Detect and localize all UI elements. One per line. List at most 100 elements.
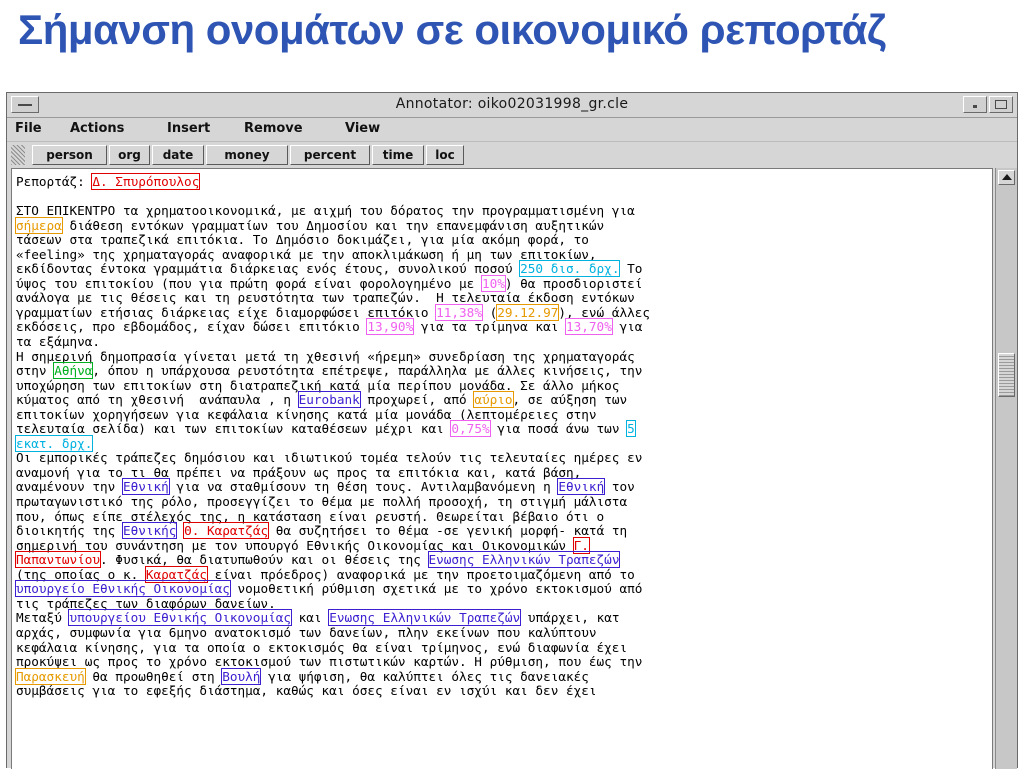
document-text: εκδίδοντας έντοκα γραμμάτια διάρκειας εν… bbox=[16, 261, 521, 277]
document-text: προκύψει ως προς το χρόνο εκτοκισμού των… bbox=[16, 654, 643, 670]
document-text: (της οποίας ο κ. bbox=[16, 566, 146, 582]
document-text: εκδόσεις, προ εβδομάδος, είχαν δώσει επι… bbox=[16, 319, 368, 335]
tag-time-button[interactable]: time bbox=[372, 145, 424, 165]
document-text: και bbox=[291, 610, 330, 626]
maximize-button[interactable] bbox=[989, 96, 1013, 113]
document-text: κύματος από τη χθεσινή ανάπαυλα , η bbox=[16, 392, 299, 408]
document-text: για να σταθμίσουν τη θέση τους. Αντιλαμβ… bbox=[168, 479, 559, 495]
document-text: για τα τρίμηνα και bbox=[413, 319, 566, 335]
tag-money-button[interactable]: money bbox=[206, 145, 288, 165]
entity-org[interactable]: υπουργείο Εθνικής Οικονομίας bbox=[15, 580, 231, 598]
entity-money[interactable]: 250 δισ. δρχ. bbox=[519, 260, 621, 278]
document-line: που, όπως είπε στέλεχός της, η κατάσταση… bbox=[16, 509, 986, 525]
entity-org[interactable]: Εθνικής bbox=[121, 522, 178, 540]
document-line: κύματος από τη χθεσινή ανάπαυλα , η Euro… bbox=[16, 391, 986, 409]
tag-date-button[interactable]: date bbox=[152, 145, 204, 165]
document-text bbox=[176, 523, 184, 538]
entity-person[interactable]: Παπαντωνίου bbox=[14, 551, 102, 569]
menu-file[interactable]: File bbox=[15, 121, 42, 136]
document-line: εκδίδοντας έντοκα γραμμάτια διάρκειας εν… bbox=[16, 260, 986, 278]
document-text: νομοθετική ρύθμιση σχετικά με το χρόνο ε… bbox=[229, 581, 643, 597]
document-line: αρχάς, συμφωνία για 6μηνο ανατοκισμό των… bbox=[16, 624, 986, 641]
entity-date[interactable]: σήμερα bbox=[15, 216, 63, 234]
entity-date[interactable]: 29.12.97 bbox=[496, 303, 560, 321]
document-text: ΣΤΟ ΕΠΙΚΕΝΤΡΟ τα χρηματοοικονομικά, με α… bbox=[16, 203, 635, 219]
arrow-up-icon bbox=[1002, 174, 1012, 180]
vertical-scrollbar[interactable] bbox=[995, 168, 1017, 769]
document-text: τάσεων στα τραπεζικά επιτόκια. Το Δημόσι… bbox=[16, 232, 589, 248]
document-line: κεφάλαια κίνησης, για τα οποία ο εκτοκισ… bbox=[16, 639, 986, 656]
document-line: ΣΤΟ ΕΠΙΚΕΝΤΡΟ τα χρηματοοικονομικά, με α… bbox=[16, 203, 986, 219]
entity-org[interactable]: Ενωσης Ελληνικών Τραπεζών bbox=[427, 551, 621, 569]
entity-loc[interactable]: Αθήνα bbox=[53, 362, 94, 380]
document-text: γραμματίων ετήσιας διάρκειας είχε διαμορ… bbox=[16, 304, 437, 320]
document-text: είναι πρόεδρος) αναφορικά με την προετοι… bbox=[206, 566, 635, 582]
document-line: τα εξάμηνα. bbox=[16, 334, 986, 350]
tag-org-button[interactable]: org bbox=[109, 145, 150, 165]
maximize-icon bbox=[995, 100, 1007, 109]
slide-title: Σήμανση ονομάτων σε οικονομικό ρεπορτάζ bbox=[18, 6, 886, 53]
window-titlebar[interactable]: Annotator: oiko02031998_gr.cle bbox=[7, 93, 1017, 118]
document-line: υπουργείο Εθνικής Οικονομίας νομοθετική … bbox=[15, 580, 986, 598]
scroll-up-button[interactable] bbox=[998, 170, 1015, 185]
entity-org[interactable]: Eurobank bbox=[297, 391, 361, 409]
entity-date[interactable]: Παρασκευή bbox=[15, 667, 86, 685]
document-text: επιτοκίων χορηγήσεων για κεφάλαια κίνηση… bbox=[16, 406, 597, 422]
entity-percent[interactable]: 11,38% bbox=[435, 303, 483, 321]
document-text: υποχώρηση των επιτοκίων στη διατραπεζική… bbox=[16, 377, 620, 393]
entity-percent[interactable]: 13,90% bbox=[366, 318, 415, 336]
document-text: Το bbox=[619, 261, 643, 277]
document-text: Οι εμπορικές τράπεζες δημόσιου και ιδιωτ… bbox=[16, 450, 643, 466]
toolbar-grip-handle[interactable] bbox=[11, 145, 25, 165]
menu-insert[interactable]: Insert bbox=[167, 121, 210, 136]
document-text: θα συζητήσει το θέμα -σε γενική μορφή- κ… bbox=[268, 523, 628, 539]
annotated-document[interactable]: Ρεπορτάζ: Δ. Σπυρόπουλος ΣΤΟ ΕΠΙΚΕΝΤΡΟ τα… bbox=[14, 173, 986, 699]
tag-percent-button[interactable]: percent bbox=[290, 145, 370, 165]
menu-view[interactable]: View bbox=[345, 121, 380, 136]
entity-percent[interactable]: 13,70% bbox=[565, 318, 613, 336]
document-text: για ποσά άνω των bbox=[489, 421, 628, 437]
document-line: πρωταγωνιστικό της ρόλο, προσεγγίζει το … bbox=[16, 494, 986, 510]
entity-org[interactable]: Ενωσης Ελληνικών Τραπεζών bbox=[328, 609, 522, 627]
scrollbar-thumb[interactable] bbox=[998, 353, 1015, 397]
tag-person-button[interactable]: person bbox=[32, 145, 107, 165]
document-text: τις τράπεζες των διαφόρων δανείων. bbox=[16, 595, 276, 611]
document-text: Η σημερινή δημοπρασία γίνεται μετά τη χθ… bbox=[16, 348, 635, 364]
document-text: «feeling» της χρηματαγοράς αναφορικά με … bbox=[16, 246, 597, 262]
entity-person[interactable]: Γ. bbox=[572, 536, 590, 554]
document-text: ), ενώ άλλες bbox=[558, 304, 651, 320]
document-text: υπάρχει, κατ bbox=[520, 610, 620, 626]
document-text: τα εξάμηνα. bbox=[16, 334, 101, 350]
entity-person[interactable]: Καρατζάς bbox=[144, 565, 208, 583]
document-line: συμβάσεις για το εφεξής διάστημα, καθώς … bbox=[16, 683, 986, 699]
entity-money[interactable]: εκατ. δρχ. bbox=[14, 434, 94, 452]
entity-percent[interactable]: 0,75% bbox=[450, 420, 491, 438]
entity-person[interactable]: Δ. Σπυρόπουλος bbox=[91, 173, 201, 190]
document-text: σημερινή του συνάντηση με τον υπουργό Εθ… bbox=[16, 537, 574, 553]
minimize-button[interactable] bbox=[963, 96, 987, 113]
menu-remove[interactable]: Remove bbox=[244, 121, 303, 136]
document-line: εκατ. δρχ. bbox=[14, 434, 986, 452]
entity-person[interactable]: Θ. Καρατζάς bbox=[183, 522, 270, 540]
document-text: για ψήφιση, θα καλύπτει όλες τις δανειακ… bbox=[260, 668, 589, 684]
entity-date[interactable]: αύριο bbox=[473, 391, 514, 409]
entity-org[interactable]: Βουλή bbox=[221, 667, 262, 685]
entity-org[interactable]: υπουργείου Εθνικής Οικονομίας bbox=[68, 609, 293, 627]
entity-percent[interactable]: 10% bbox=[480, 274, 506, 292]
document-text: αρχάς, συμφωνία για 6μηνο ανατοκισμό των… bbox=[16, 624, 597, 640]
entity-toolbar: person org date money percent time loc bbox=[7, 141, 1017, 168]
document-text-area[interactable]: Ρεπορτάζ: Δ. Σπυρόπουλος ΣΤΟ ΕΠΙΚΕΝΤΡΟ τα… bbox=[11, 168, 993, 769]
document-text: Ρεπορτάζ: bbox=[16, 174, 93, 189]
entity-money[interactable]: 5 bbox=[626, 420, 636, 438]
document-text: θα προωθηθεί στη bbox=[84, 668, 223, 684]
document-text: προχωρεί, από bbox=[359, 392, 475, 408]
document-line: αναμένουν την Εθνική για να σταθμίσουν τ… bbox=[16, 478, 986, 496]
menu-actions[interactable]: Actions bbox=[70, 121, 124, 136]
document-line: Οι εμπορικές τράπεζες δημόσιου και ιδιωτ… bbox=[16, 451, 986, 466]
document-line: στην Αθήνα, όπου η υπάρχουσα ρευστότητα … bbox=[16, 362, 986, 380]
tag-loc-button[interactable]: loc bbox=[426, 145, 464, 165]
entity-org[interactable]: Εθνική bbox=[557, 478, 606, 496]
entity-org[interactable]: Εθνική bbox=[121, 478, 170, 496]
document-line: Ρεπορτάζ: Δ. Σπυρόπουλος bbox=[16, 173, 986, 190]
document-text: κεφάλαια κίνησης, για τα οποία ο εκτοκισ… bbox=[16, 639, 628, 655]
